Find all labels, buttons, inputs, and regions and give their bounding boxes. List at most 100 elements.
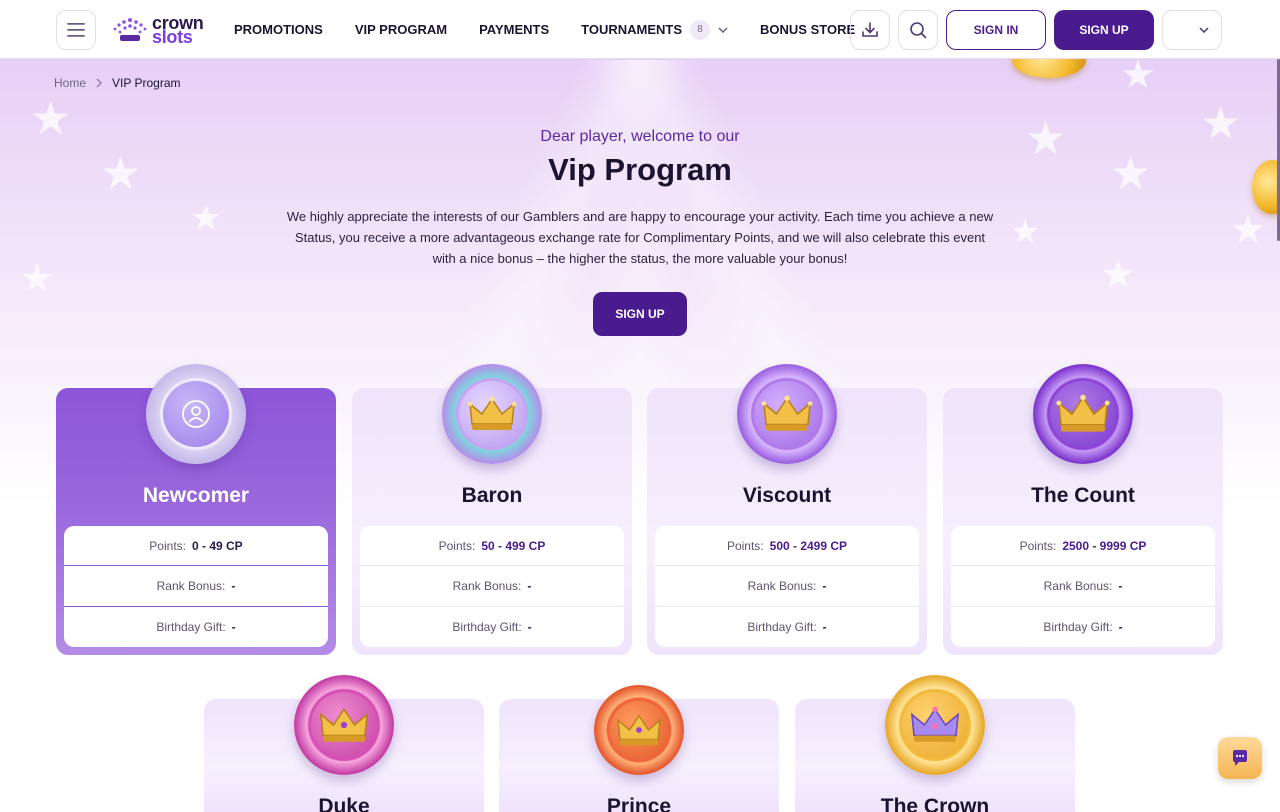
chevron-down-icon [1199, 27, 1209, 33]
tier-points-row: Points: 500 - 2499 CP [655, 526, 919, 567]
breadcrumb-current: VIP Program [112, 76, 181, 90]
star-decoration: ★ [1200, 97, 1242, 149]
crown-icon [910, 706, 960, 742]
points-label: Points: [438, 538, 476, 553]
crown-icon [319, 707, 369, 742]
hero-sign-up-button[interactable]: SIGN UP [593, 292, 687, 336]
crown-icon [1056, 394, 1110, 432]
tier-chip [294, 675, 394, 775]
tier-card-the-crown: The Crown [795, 675, 1075, 812]
tier-rank-bonus-row: Rank Bonus: - [951, 566, 1215, 607]
menu-button[interactable] [56, 10, 96, 50]
hero-section: Dear player, welcome to our Vip Program … [240, 128, 1040, 336]
tournaments-count-badge: 8 [690, 19, 711, 40]
points-label: Points: [726, 538, 764, 553]
tier-chip-face [311, 692, 377, 758]
tier-name: The Count [1031, 484, 1135, 507]
rank-bonus-value: - [527, 578, 532, 593]
tier-chip [885, 675, 985, 775]
tier-card-baron: Baron Points: 50 - 499 CP Rank Bonus: - Bi… [352, 364, 632, 655]
nav-vip-program[interactable]: VIP PROGRAM [355, 22, 447, 37]
nav-bonus-store[interactable]: BONUS STORE [760, 22, 855, 37]
search-button[interactable] [898, 10, 938, 50]
tier-name: Prince [606, 795, 672, 812]
download-icon [862, 22, 878, 37]
main-nav: PROMOTIONS VIP PROGRAM PAYMENTS TOURNAME… [234, 0, 887, 59]
tier-details: Points: 500 - 2499 CP Rank Bonus: - Birthd… [655, 526, 919, 647]
user-icon [182, 400, 210, 428]
tier-points-row: Points: 0 - 49 CP [64, 526, 328, 567]
tier-chip [146, 364, 246, 464]
rank-bonus-value: - [231, 578, 236, 593]
live-chat-button[interactable] [1218, 737, 1262, 779]
search-icon [910, 22, 927, 39]
tier-name: The Crown [880, 795, 990, 812]
tier-chip-face [902, 692, 968, 758]
birthday-gift-value: - [231, 619, 236, 634]
nav-payments[interactable]: PAYMENTS [479, 22, 549, 37]
tier-chip-face [754, 381, 820, 447]
tier-card-viscount: Viscount Points: 500 - 2499 CP Rank Bonus… [647, 364, 927, 655]
tier-details: Points: 0 - 49 CP Rank Bonus: - Birthday G… [64, 526, 328, 647]
language-select[interactable] [1162, 10, 1222, 50]
hero-description: We highly appreciate the interests of ou… [286, 209, 994, 266]
tier-birthday-gift-row: Birthday Gift: - [64, 607, 328, 647]
star-decoration: ★ [1120, 53, 1156, 97]
chevron-right-icon [96, 78, 103, 88]
nav-promotions[interactable]: PROMOTIONS [234, 22, 323, 37]
sign-in-button[interactable]: SIGN IN [946, 10, 1046, 50]
tier-details: Points: 50 - 499 CP Rank Bonus: - Birthday… [360, 526, 624, 647]
tier-chip [1033, 364, 1133, 464]
nav-tournaments-label: TOURNAMENTS [581, 22, 683, 37]
tier-chip-face [163, 381, 229, 447]
top-navbar: crown slots PROMOTIONS VIP PROGRAM PAYME… [0, 0, 1280, 59]
tier-chip-face [610, 701, 668, 759]
tier-rank-bonus-row: Rank Bonus: - [360, 566, 624, 607]
sign-up-button[interactable]: SIGN UP [1054, 10, 1154, 50]
chat-icon [1233, 750, 1247, 766]
nav-tournaments[interactable]: TOURNAMENTS 8 [581, 19, 728, 40]
star-decoration: ★ [100, 147, 142, 199]
tier-card-duke: Duke [204, 675, 484, 812]
tier-rank-bonus-row: Rank Bonus: - [64, 566, 328, 607]
download-button[interactable] [850, 10, 890, 50]
logo-crown-icon [113, 18, 147, 41]
birthday-gift-value: - [1118, 619, 1123, 634]
tier-chip [594, 685, 684, 775]
tier-points-row: Points: 50 - 499 CP [360, 526, 624, 567]
tier-name: Viscount [742, 484, 832, 507]
menu-icon [67, 23, 85, 37]
site-logo[interactable]: crown slots [112, 12, 212, 48]
birthday-gift-value: - [527, 619, 532, 634]
crown-icon [617, 714, 661, 746]
tier-chip [442, 364, 542, 464]
points-value: 2500 - 9999 CP [1062, 538, 1147, 553]
rank-bonus-value: - [1118, 578, 1123, 593]
rank-bonus-value: - [822, 578, 827, 593]
tier-chip-face [459, 381, 525, 447]
star-decoration: ★ [20, 258, 55, 300]
star-decoration: ★ [1100, 253, 1136, 297]
tier-rank-bonus-row: Rank Bonus: - [655, 566, 919, 607]
points-label: Points: [1019, 538, 1057, 553]
chevron-down-icon [718, 26, 728, 33]
points-value: 50 - 499 CP [481, 538, 546, 553]
birthday-gift-value: - [822, 619, 827, 634]
crown-icon [467, 396, 517, 430]
breadcrumb-home[interactable]: Home [54, 76, 86, 90]
tier-card-prince: Prince [499, 685, 779, 812]
birthday-gift-label: Birthday Gift: [452, 619, 522, 634]
rank-bonus-label: Rank Bonus: [156, 578, 226, 593]
rank-bonus-label: Rank Bonus: [1043, 578, 1113, 593]
tier-card-newcomer: Newcomer Points: 0 - 49 CP Rank Bonus: - B… [56, 364, 336, 655]
tier-chip [737, 364, 837, 464]
birthday-gift-label: Birthday Gift: [747, 619, 817, 634]
rank-bonus-label: Rank Bonus: [452, 578, 522, 593]
birthday-gift-label: Birthday Gift: [1043, 619, 1113, 634]
star-decoration: ★ [1230, 208, 1266, 252]
rank-bonus-label: Rank Bonus: [747, 578, 817, 593]
breadcrumb: Home VIP Program [54, 76, 181, 90]
crown-icon [761, 395, 813, 431]
star-decoration: ★ [1110, 147, 1152, 199]
tier-card-the-count: The Count Points: 2500 - 9999 CP Rank Bon… [943, 364, 1223, 655]
